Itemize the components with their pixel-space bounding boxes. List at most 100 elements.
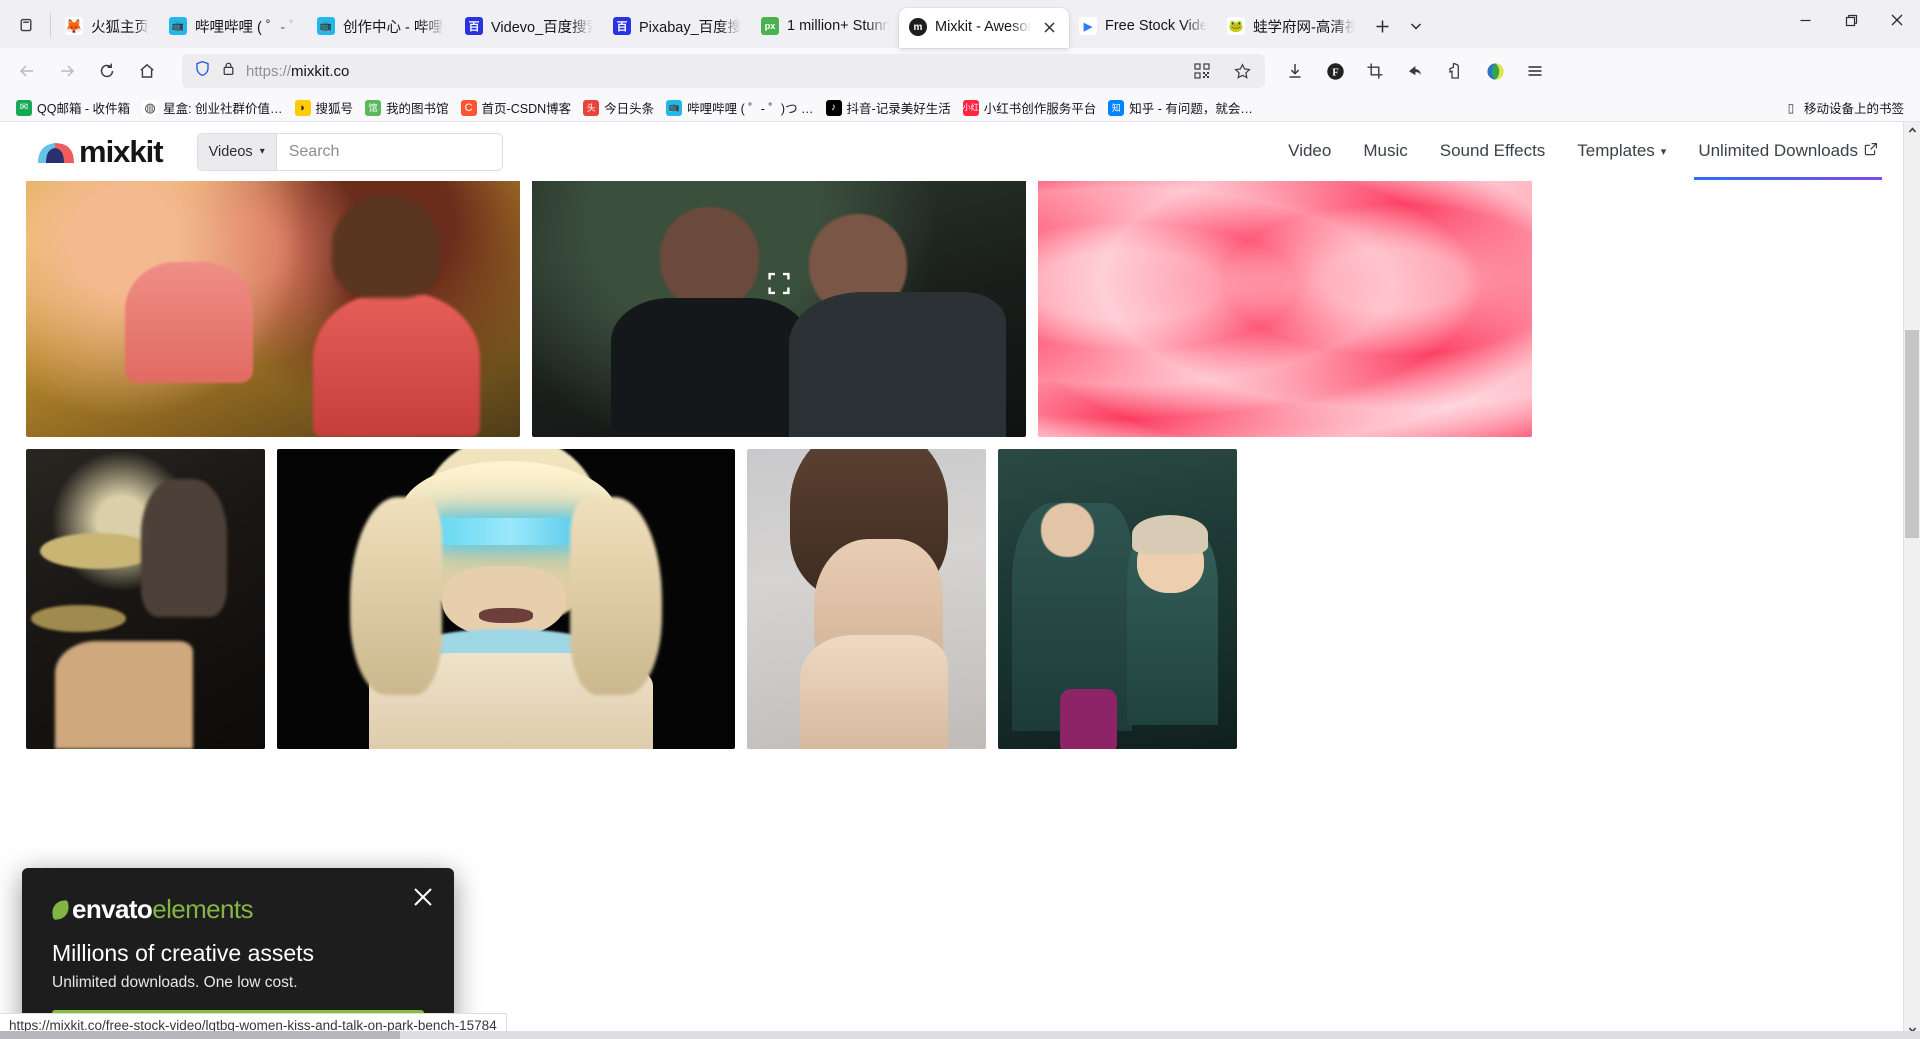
video-tile-woman-ponytail[interactable] (747, 449, 986, 749)
videvo-icon: ▶ (1079, 17, 1097, 35)
nav-label: Templates (1577, 141, 1655, 160)
tab-title: Videvo_百度搜索 (491, 19, 593, 36)
qr-code-icon[interactable] (1187, 54, 1217, 88)
chevron-down-icon: ▾ (259, 146, 265, 157)
bookmark-library[interactable]: 馆 我的图书馆 (359, 95, 455, 120)
screenshot-icon[interactable] (1357, 54, 1393, 88)
firefox-account-icon[interactable]: F (1317, 54, 1353, 88)
pocket-icon[interactable] (1437, 54, 1473, 88)
bookmark-qqmail[interactable]: ✉ QQ邮箱 - 收件箱 (10, 95, 136, 120)
chevron-down-icon: ▾ (1660, 145, 1667, 158)
video-tile-mother-and-baby[interactable] (26, 181, 520, 437)
shield-icon[interactable] (194, 60, 211, 82)
list-all-tabs-icon[interactable] (1399, 9, 1433, 43)
scrollbar-thumb[interactable] (1905, 330, 1919, 538)
downloads-icon[interactable] (1277, 54, 1313, 88)
tab-bilibili[interactable]: 📺 哔哩哔哩 ( ゜- ゜)つ (159, 7, 307, 45)
bookmark-douyin[interactable]: ♪ 抖音-记录美好生活 (820, 95, 957, 120)
douyin-icon: ♪ (825, 99, 842, 116)
search-input[interactable] (276, 142, 502, 161)
bookmark-label: 今日头条 (604, 102, 655, 116)
url-bar[interactable]: https://mixkit.co (182, 54, 1265, 88)
svg-text:F: F (1332, 67, 1338, 78)
bookmark-zhihu[interactable]: 知 知乎 - 有问题，就会… (1102, 95, 1259, 120)
tab-list-icon[interactable] (6, 5, 46, 45)
page-scrollbar-vertical[interactable] (1903, 122, 1920, 1038)
navigation-toolbar: https://mixkit.co F (0, 48, 1920, 94)
close-button[interactable] (1874, 0, 1920, 40)
expand-icon[interactable] (768, 272, 790, 300)
tab-videvo[interactable]: ▶ Free Stock Video (1069, 7, 1217, 45)
forward-button[interactable] (48, 54, 86, 88)
frog-icon: 🐸 (1227, 17, 1245, 35)
lock-icon[interactable] (221, 61, 236, 81)
nav-label: Sound Effects (1439, 141, 1546, 160)
nav-item-video[interactable]: Video (1272, 123, 1347, 180)
window-controls (1782, 0, 1920, 48)
undo-icon[interactable] (1397, 54, 1433, 88)
bookmark-mobile-devices[interactable]: ▯ 移动设备上的书签 (1777, 95, 1910, 120)
nav-item-music[interactable]: Music (1347, 123, 1423, 180)
bilibili-icon: 📺 (169, 17, 187, 35)
nav-item-templates[interactable]: Templates ▾ (1561, 123, 1682, 180)
new-tab-button[interactable] (1365, 9, 1399, 43)
mixkit-logo[interactable]: mixkit (38, 134, 164, 170)
minimize-button[interactable] (1782, 0, 1828, 40)
tab-title: 火狐主页 (91, 19, 149, 36)
xiaohongshu-icon: 小红 (962, 99, 979, 116)
bookmark-csdn[interactable]: C 首页-CSDN博客 (455, 95, 578, 120)
toutiao-icon: 头 (583, 99, 600, 116)
maximize-button[interactable] (1828, 0, 1874, 40)
bookmark-bilibili[interactable]: 📺 哔哩哔哩 ( ゜- ゜)つ … (660, 95, 819, 120)
toolbar-extension-icons: F (1277, 54, 1553, 88)
tab-title: Free Stock Video (1105, 18, 1207, 34)
tab-title: 哔哩哔哩 ( ゜- ゜)つ (195, 19, 297, 36)
video-tile-couple-park-bench[interactable] (532, 181, 1026, 437)
video-tile-red-abstract[interactable] (1038, 181, 1532, 437)
tab-bilibili-creator[interactable]: 📺 创作中心 - 哔哩哔 (307, 7, 455, 45)
horizontal-scrollbar-thumb[interactable] (0, 1031, 400, 1039)
tab-videvo-baidu[interactable]: 百 Videvo_百度搜索 (455, 7, 603, 45)
tab-close-icon[interactable] (1039, 17, 1059, 37)
close-icon[interactable] (412, 886, 434, 913)
bookmark-xiaohongshu[interactable]: 小红 小红书创作服务平台 (957, 95, 1103, 120)
video-tile-neon-glasses-woman[interactable] (277, 449, 735, 749)
reload-button[interactable] (88, 54, 126, 88)
tab-title: 创作中心 - 哔哩哔 (343, 19, 445, 36)
video-grid-row-2 (0, 449, 1920, 749)
tab-pixabay[interactable]: px 1 million+ Stunn (751, 7, 899, 45)
bookmark-label: 搜狐号 (315, 102, 354, 116)
tab-wxf[interactable]: 🐸 蛙学府网-高清视频 (1217, 7, 1365, 45)
back-button[interactable] (8, 54, 46, 88)
video-tile-drummer[interactable] (26, 449, 265, 749)
nav-item-sound-effects[interactable]: Sound Effects (1424, 123, 1562, 180)
search-category-select[interactable]: Videos ▾ (197, 133, 277, 170)
search-category-label: Videos (208, 143, 253, 160)
tab-title: 1 million+ Stunn (787, 18, 889, 34)
extension-globe-icon[interactable] (1477, 54, 1513, 88)
browser-window: 🦊 火狐主页 📺 哔哩哔哩 ( ゜- ゜)つ 📺 创作中心 - 哔哩哔 百 Vi… (0, 0, 1920, 1039)
mixkit-logo-mark (38, 139, 74, 165)
tab-pixabay-baidu[interactable]: 百 Pixabay_百度搜索 (603, 7, 751, 45)
url-text[interactable]: https://mixkit.co (246, 63, 1177, 80)
nav-item-unlimited-downloads[interactable]: Unlimited Downloads (1682, 123, 1894, 180)
bookmark-label: 首页-CSDN博客 (481, 102, 572, 116)
horizontal-scrollbar[interactable] (0, 1031, 1920, 1039)
tab-mixkit[interactable]: m Mixkit - Awesome (899, 8, 1069, 48)
video-tile-mother-child-forest[interactable] (998, 449, 1237, 749)
tab-firefox-home[interactable]: 🦊 火狐主页 (55, 7, 159, 45)
scroll-up-arrow-icon[interactable] (1904, 122, 1920, 139)
mixkit-icon: m (909, 18, 927, 36)
app-menu-icon[interactable] (1517, 54, 1553, 88)
external-link-icon (1864, 141, 1878, 161)
bookmarks-bar: ✉ QQ邮箱 - 收件箱 ◍ 星盒: 创业社群价值… ◗ 搜狐号 馆 我的图书馆… (0, 94, 1920, 122)
bookmark-toutiao[interactable]: 头 今日头条 (577, 95, 660, 120)
bookmark-sohu[interactable]: ◗ 搜狐号 (289, 95, 360, 120)
search-box[interactable]: Videos ▾ (196, 132, 503, 171)
home-button[interactable] (128, 54, 166, 88)
nav-label: Video (1288, 141, 1332, 160)
envato-subheading: Unlimited downloads. One low cost. (52, 974, 298, 991)
bookmark-starbox[interactable]: ◍ 星盒: 创业社群价值… (136, 95, 288, 120)
starbox-icon: ◍ (142, 99, 159, 116)
star-icon[interactable] (1227, 54, 1257, 88)
